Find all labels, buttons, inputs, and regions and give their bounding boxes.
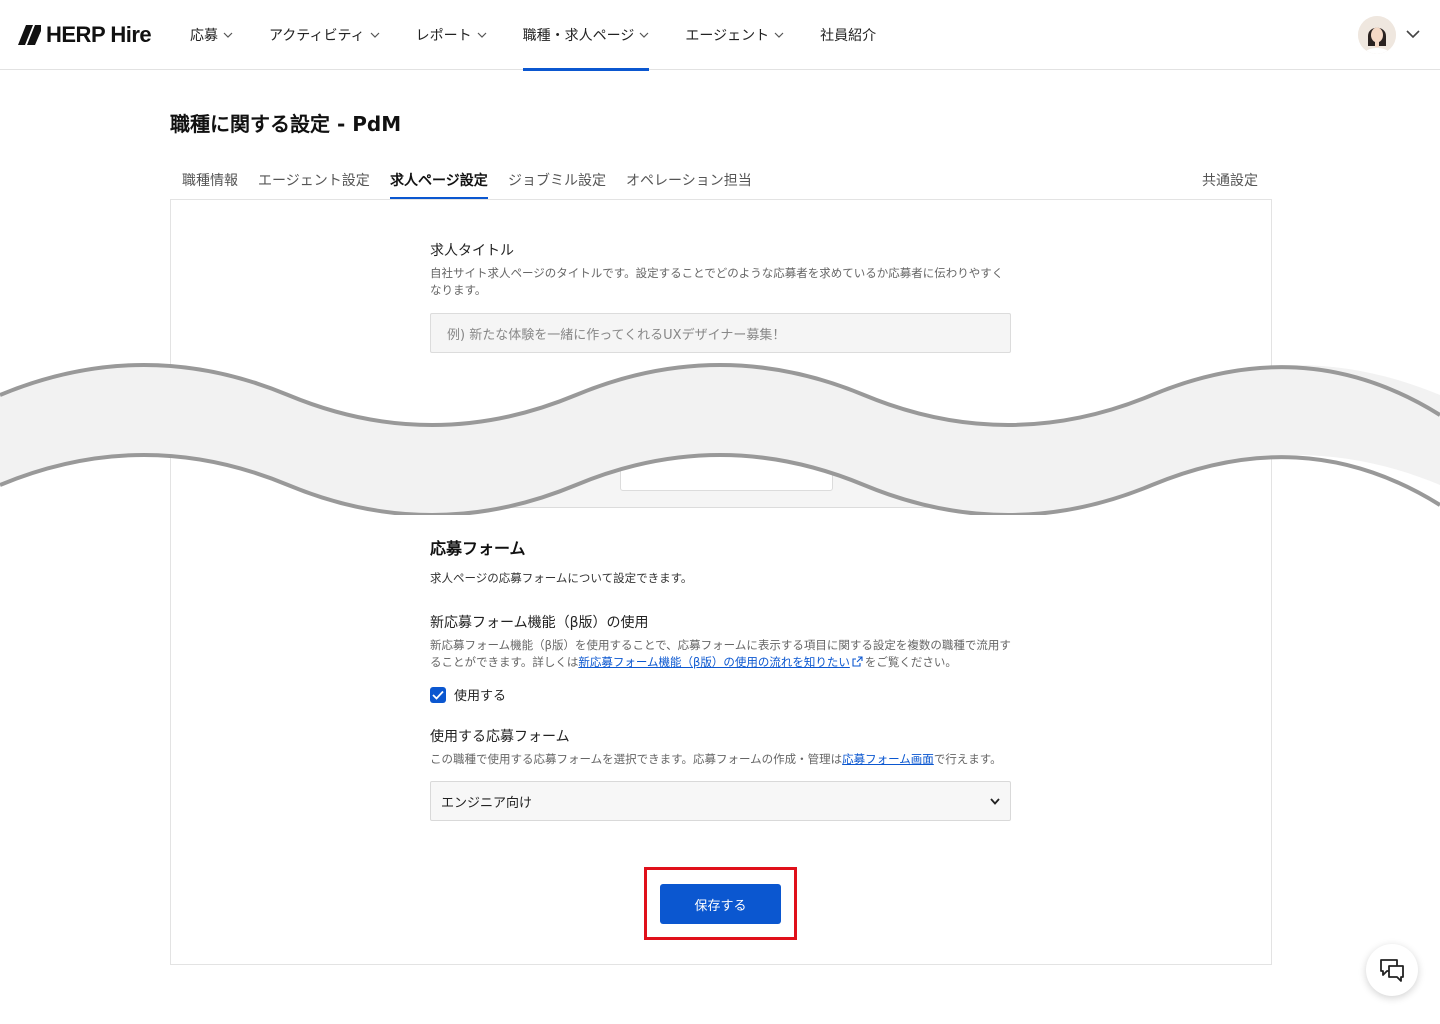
tab-job-info[interactable]: 職種情報 — [182, 170, 238, 200]
nav-item-applications[interactable]: 応募 — [190, 0, 233, 70]
brand-name: HERP Hire — [46, 22, 152, 47]
help-text: この職種で使用する応募フォームを選択できます。応募フォームの作成・管理は — [430, 752, 843, 766]
herp-logo-icon — [18, 25, 41, 45]
new-form-feature-help: 新応募フォーム機能（β版）を使用することで、応募フォームに表示する項目に関する設… — [430, 637, 1012, 671]
checkmark-icon — [432, 690, 444, 700]
main-nav: 応募 アクティビティ レポート 職種・求人ページ エージェント 社員紹介 — [190, 0, 912, 71]
application-form-section: 応募フォーム 求人ページの応募フォームについて設定できます。 新応募フォーム機能… — [430, 535, 1012, 821]
application-form-select[interactable]: エンジニア向け — [430, 781, 1011, 821]
form-select-label: 使用する応募フォーム — [430, 729, 570, 745]
tab-operation-owner[interactable]: オペレーション担当 — [626, 170, 752, 200]
account-menu-chevron-icon[interactable] — [1406, 30, 1420, 39]
new-form-guide-link[interactable]: 新応募フォーム機能（β版）の使用の流れを知りたい — [578, 655, 850, 669]
chevron-down-icon — [990, 797, 1000, 805]
new-form-feature-label: 新応募フォーム機能（β版）の使用 — [430, 615, 649, 631]
chevron-down-icon — [370, 32, 380, 38]
chat-support-button[interactable] — [1366, 944, 1418, 996]
nav-item-jobs[interactable]: 職種・求人ページ — [522, 0, 650, 71]
nav-item-agents[interactable]: エージェント — [685, 0, 784, 70]
screenshot-break-wave — [0, 363, 1440, 515]
nav-item-label: 職種・求人ページ — [522, 28, 635, 44]
selected-form-value: エンジニア向け — [441, 795, 533, 811]
nav-item-label: 社員紹介 — [820, 28, 877, 44]
tab-agent-settings[interactable]: エージェント設定 — [258, 170, 370, 200]
nav-item-label: アクティビティ — [269, 28, 365, 44]
job-title-help: 自社サイト求人ページのタイトルです。設定することでどのような応募者を求めているか… — [430, 266, 1004, 297]
tab-jobmil-settings[interactable]: ジョブミル設定 — [508, 170, 606, 200]
use-new-form-checkbox-row[interactable]: 使用する — [430, 685, 1012, 704]
nav-item-activity[interactable]: アクティビティ — [269, 0, 380, 70]
nav-item-label: エージェント — [685, 28, 770, 44]
herp-hire-logo[interactable]: HERP Hire — [16, 22, 152, 48]
settings-tabs: 職種情報 エージェント設定 求人ページ設定 ジョブミル設定 オペレーション担当 … — [170, 160, 1270, 200]
tab-job-page-settings[interactable]: 求人ページ設定 — [390, 170, 488, 200]
nav-item-reports[interactable]: レポート — [416, 0, 487, 70]
person-avatar-icon — [1358, 16, 1396, 54]
chevron-down-icon — [639, 32, 649, 38]
job-title-label: 求人タイトル — [430, 243, 514, 259]
external-link-icon — [852, 656, 863, 667]
nav-item-referrals[interactable]: 社員紹介 — [820, 0, 876, 70]
nav-item-label: 応募 — [190, 28, 218, 44]
job-title-section: 求人タイトル 自社サイト求人ページのタイトルです。設定することでどのような応募者… — [430, 240, 1012, 353]
use-new-form-checkbox-label: 使用する — [454, 689, 507, 704]
chat-bubbles-icon — [1380, 959, 1404, 982]
user-avatar[interactable] — [1358, 16, 1396, 54]
save-button[interactable]: 保存する — [660, 884, 781, 924]
page-title: 職種に関する設定 - PdM — [170, 112, 402, 136]
top-navigation-bar: HERP Hire 応募 アクティビティ レポート 職種・求人ページ エージェン… — [0, 0, 1440, 71]
help-text: をご覧ください。 — [864, 655, 957, 669]
use-new-form-checkbox[interactable] — [430, 686, 446, 703]
application-form-title: 応募フォーム — [430, 539, 526, 558]
nav-item-label: レポート — [415, 28, 472, 44]
chevron-down-icon — [774, 32, 784, 38]
help-text: で行えます。 — [933, 752, 1002, 766]
job-title-input[interactable]: 例) 新たな体験を一緒に作ってくれるUXデザイナー募集！ — [430, 313, 1011, 353]
application-form-screen-link[interactable]: 応募フォーム画面 — [842, 752, 934, 766]
chevron-down-icon — [223, 32, 233, 38]
form-select-help: この職種で使用する応募フォームを選択できます。応募フォームの作成・管理は応募フォ… — [430, 751, 1012, 768]
tab-common-settings[interactable]: 共通設定 — [1202, 170, 1258, 200]
chevron-down-icon — [477, 32, 487, 38]
application-form-description: 求人ページの応募フォームについて設定できます。 — [430, 571, 693, 585]
